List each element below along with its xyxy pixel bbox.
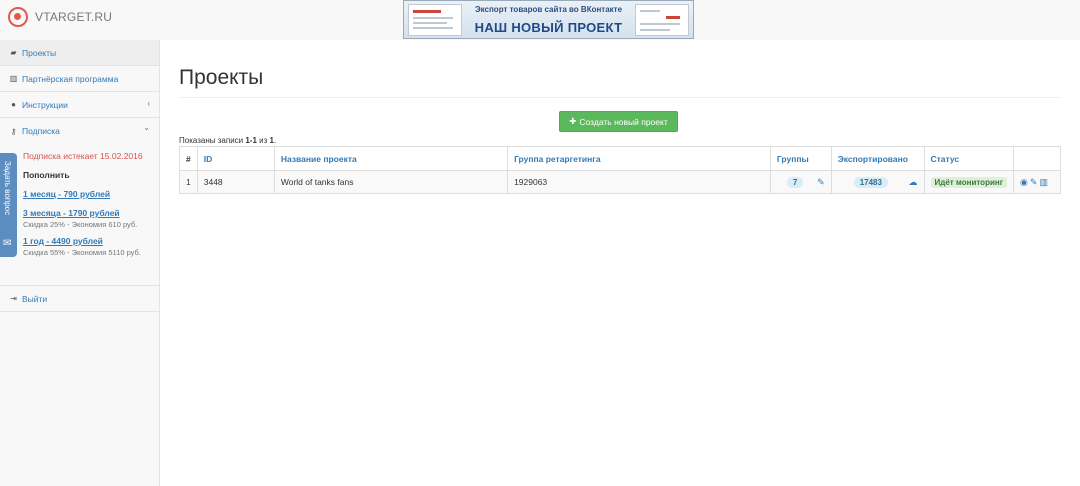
main-content: Проекты ✚ Создать новый проект Показаны …: [160, 40, 1080, 486]
briefcase-icon: ▰: [10, 48, 17, 57]
banner-shot-bar: [666, 16, 680, 19]
banner-shot-line: [413, 17, 453, 19]
row-number: 1: [179, 170, 198, 194]
records-summary-of: из: [256, 136, 270, 145]
sidebar-item-label: Проекты: [22, 47, 57, 58]
column-header-groups[interactable]: Группы: [769, 146, 832, 171]
column-header-retargeting-group[interactable]: Группа ретаргетинга: [507, 146, 771, 171]
delete-trash-icon[interactable]: ▥: [1039, 177, 1048, 188]
feedback-tab[interactable]: Задать вопрос ✉: [0, 153, 17, 257]
feedback-label: Задать вопрос: [3, 161, 12, 216]
column-header-status[interactable]: Статус: [923, 146, 1015, 171]
sidebar-item-partner-program[interactable]: ▥ Партнёрская программа: [0, 66, 159, 92]
table-row: 1 3448 World of tanks fans 1929063 7 ✎ 1…: [179, 170, 1061, 194]
sidebar-item-label: Подписка: [22, 126, 60, 136]
cloud-download-icon[interactable]: ☁: [909, 177, 918, 188]
promo-banner[interactable]: Экспорт товаров сайта во ВКонтакте НАШ Н…: [403, 0, 694, 39]
column-header-id[interactable]: ID: [196, 146, 275, 171]
plan-1-month-link[interactable]: 1 месяц - 790 рублей: [23, 189, 159, 199]
status-badge: Идёт мониторинг: [930, 176, 1008, 188]
chevron-left-icon: ‹: [147, 99, 150, 108]
bar-chart-icon: ▥: [9, 74, 18, 83]
banner-title: НАШ НОВЫЙ ПРОЕКТ: [474, 20, 623, 35]
plan-1-year-link[interactable]: 1 год - 4490 рублей: [23, 236, 159, 246]
groups-count-badge[interactable]: 7: [786, 176, 804, 188]
row-project-name: World of tanks fans: [273, 170, 509, 194]
banner-shot-bar: [413, 10, 441, 13]
page-title: Проекты: [179, 66, 264, 89]
sign-out-icon: ⇥: [10, 294, 17, 303]
create-project-button[interactable]: ✚ Создать новый проект: [559, 111, 678, 132]
plan-3-months-link[interactable]: 3 месяца - 1790 рублей: [23, 208, 159, 218]
sidebar-item-subscription[interactable]: ⚷ Подписка ⌄: [0, 118, 159, 144]
table-header-row: # ID Название проекта Группа ретаргетинг…: [179, 146, 1061, 171]
row-retargeting-group: 1929063: [507, 170, 771, 194]
records-summary-prefix: Показаны записи: [179, 136, 246, 145]
info-icon: ●: [11, 100, 16, 109]
banner-screenshot-right: [635, 4, 689, 36]
title-divider: [179, 97, 1061, 98]
target-logo-icon: [8, 7, 28, 27]
sidebar: ▰ Проекты ▥ Партнёрская программа ● Инст…: [0, 40, 160, 486]
plus-icon: ✚: [569, 116, 577, 126]
row-actions-cell: ◉ ✎ ▥: [1013, 170, 1061, 194]
records-range: 1-1: [245, 136, 257, 145]
exported-count-badge: 17483: [853, 176, 888, 188]
column-header-actions: [1013, 146, 1061, 171]
column-header-number: #: [179, 146, 198, 171]
row-id: 3448: [196, 170, 275, 194]
banner-shot-line: [640, 23, 680, 25]
sidebar-item-label: Партнёрская программа: [22, 73, 119, 84]
logo-text: VTARGET.RU: [35, 10, 113, 24]
topup-heading: Пополнить: [23, 170, 70, 180]
plan-3-months-note: Скидка 25% - Экономия 610 руб.: [23, 220, 138, 229]
banner-shot-line: [640, 29, 670, 31]
view-eye-icon[interactable]: ◉: [1020, 177, 1028, 188]
chevron-down-icon: ⌄: [143, 123, 150, 132]
sidebar-item-logout[interactable]: ⇥ Выйти: [0, 286, 159, 312]
row-exported-cell: 17483 ☁: [830, 170, 925, 194]
sidebar-item-label: Выйти: [22, 293, 48, 304]
banner-shot-line: [640, 10, 660, 12]
banner-subtitle: Экспорт товаров сайта во ВКонтакте: [474, 5, 623, 14]
banner-shot-line: [413, 27, 453, 29]
plan-1-year-note: Скидка 55% - Экономия 5110 руб.: [23, 248, 141, 257]
sidebar-item-label: Инструкции: [22, 99, 68, 110]
projects-table: # ID Название проекта Группа ретаргетинг…: [179, 146, 1061, 194]
records-summary: Показаны записи 1-1 из 1.: [179, 136, 276, 145]
edit-groups-icon[interactable]: ✎: [817, 177, 825, 188]
row-status-cell: Идёт мониторинг: [923, 170, 1015, 194]
sidebar-item-projects[interactable]: ▰ Проекты: [0, 40, 159, 66]
key-icon: ⚷: [10, 126, 17, 136]
create-project-label: Создать новый проект: [579, 116, 668, 127]
banner-screenshot-left: [408, 4, 462, 36]
row-groups-cell: 7 ✎: [769, 170, 832, 194]
logo[interactable]: VTARGET.RU: [8, 7, 112, 27]
subscription-panel: Подписка истекает 15.02.2016 Пополнить 1…: [0, 144, 159, 286]
column-header-project-name[interactable]: Название проекта: [273, 146, 509, 171]
subscription-expiry: Подписка истекает 15.02.2016: [23, 151, 143, 161]
sidebar-item-instructions[interactable]: ● Инструкции ‹: [0, 92, 159, 118]
records-summary-suffix: .: [273, 136, 277, 145]
column-header-exported[interactable]: Экспортировано: [830, 146, 925, 171]
edit-pencil-icon[interactable]: ✎: [1030, 177, 1038, 188]
banner-shot-line: [413, 22, 447, 24]
envelope-icon: ✉: [3, 238, 12, 249]
top-bar: VTARGET.RU Экспорт товаров сайта во ВКон…: [0, 0, 1080, 40]
